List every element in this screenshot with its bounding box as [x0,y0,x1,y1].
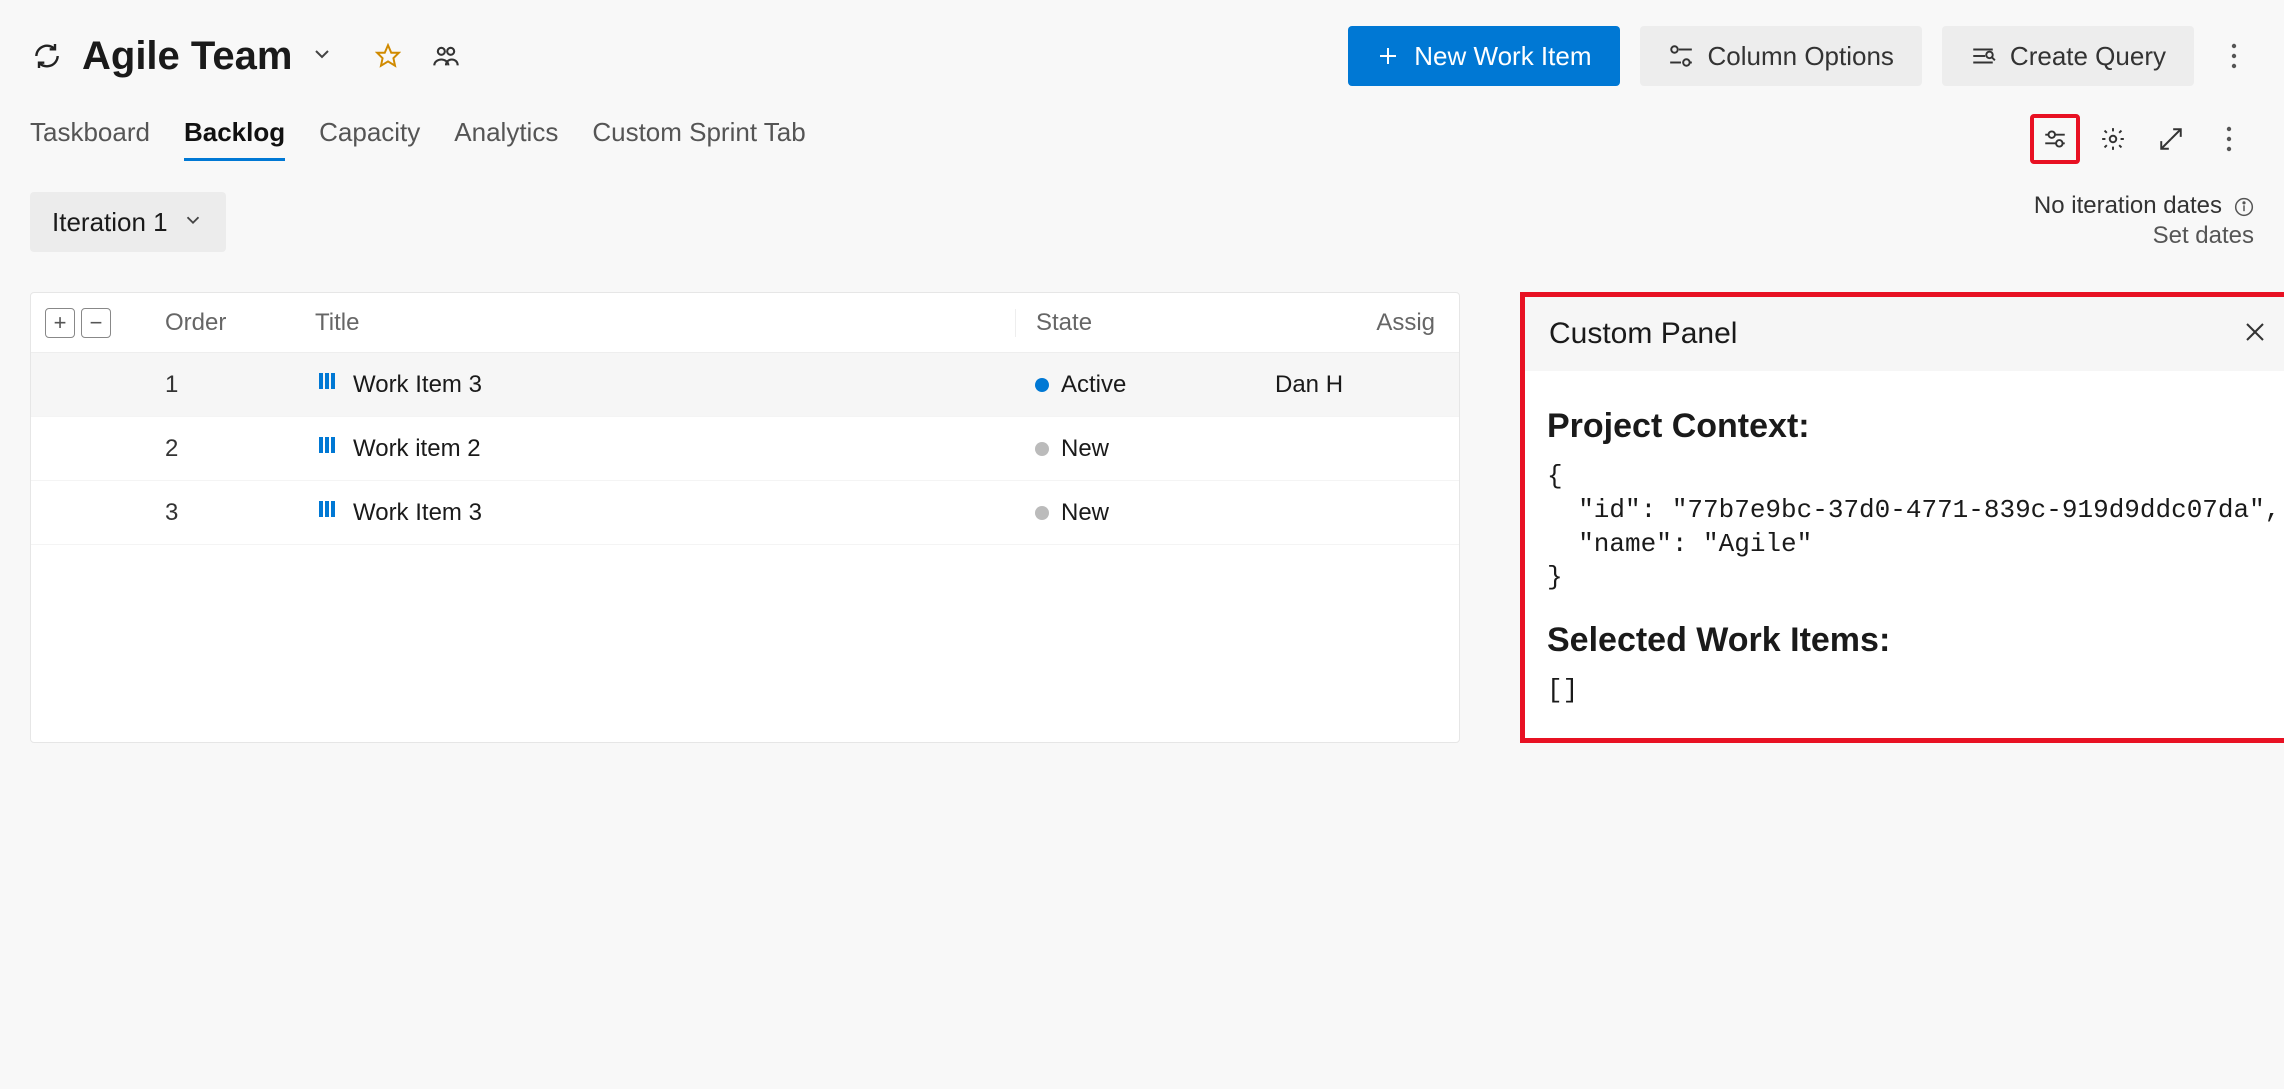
cell-order: 2 [165,435,315,463]
col-header-order[interactable]: Order [165,309,315,337]
iteration-label: Iteration 1 [52,207,168,238]
collapse-all-button[interactable]: − [81,308,111,338]
panel-context-json: { "id": "77b7e9bc-37d0-4771-839c-919d9dd… [1547,460,2273,595]
filter-settings-icon[interactable] [2030,114,2080,164]
work-item-icon [315,497,339,528]
iteration-picker[interactable]: Iteration 1 [30,192,226,252]
cell-state: New [1061,435,1109,463]
state-dot-icon [1035,378,1049,392]
column-options-button[interactable]: Column Options [1640,26,1922,86]
table-row[interactable]: 3 Work Item 3 New [31,481,1459,545]
favorite-star-icon[interactable] [374,42,402,70]
chevron-down-icon [310,42,334,71]
fullscreen-icon[interactable] [2146,114,2196,164]
panel-heading-context: Project Context: [1547,407,2273,446]
cell-title: Work Item 3 [353,371,482,399]
tab-capacity[interactable]: Capacity [319,117,420,161]
tab-backlog[interactable]: Backlog [184,117,285,161]
toolbar-more-button[interactable] [2204,114,2254,164]
team-recycle-icon [30,39,64,73]
set-dates-link[interactable]: Set dates [2153,222,2254,250]
state-dot-icon [1035,506,1049,520]
expand-all-button[interactable]: + [45,308,75,338]
header-more-button[interactable] [2214,26,2254,86]
work-item-icon [315,369,339,400]
panel-title: Custom Panel [1549,317,1737,351]
grid-header: + − Order Title State Assig [31,293,1459,353]
new-work-item-button[interactable]: New Work Item [1348,26,1619,86]
cell-assigned: Dan H [1275,371,1445,399]
cell-state: New [1061,499,1109,527]
panel-selected-json: [] [1547,674,2273,708]
work-item-icon [315,433,339,464]
col-header-title[interactable]: Title [315,309,1015,337]
cell-title: Work Item 3 [353,499,482,527]
team-name: Agile Team [82,36,292,76]
table-row[interactable]: 1 Work Item 3 Active Dan H [31,353,1459,417]
panel-heading-selected: Selected Work Items: [1547,621,2273,660]
create-query-button[interactable]: Create Query [1942,26,2194,86]
new-work-item-label: New Work Item [1414,41,1591,72]
people-icon[interactable] [432,42,460,70]
create-query-label: Create Query [2010,41,2166,72]
col-header-state[interactable]: State [1015,309,1275,337]
cell-order: 3 [165,499,315,527]
tab-analytics[interactable]: Analytics [454,117,558,161]
column-options-label: Column Options [1708,41,1894,72]
backlog-grid: + − Order Title State Assig 1 Work Item … [30,292,1460,743]
cell-title: Work item 2 [353,435,481,463]
info-icon[interactable] [2234,196,2254,216]
close-icon[interactable] [2243,320,2271,348]
table-row[interactable]: 2 Work item 2 New [31,417,1459,481]
gear-icon[interactable] [2088,114,2138,164]
tab-custom-sprint[interactable]: Custom Sprint Tab [592,117,805,161]
custom-panel: Custom Panel Project Context: { "id": "7… [1520,292,2284,743]
col-header-assigned[interactable]: Assig [1275,309,1445,337]
cell-state: Active [1061,371,1126,399]
tab-taskboard[interactable]: Taskboard [30,117,150,161]
no-iteration-dates-text: No iteration dates [2034,192,2222,220]
chevron-down-icon [182,207,204,238]
cell-order: 1 [165,371,315,399]
state-dot-icon [1035,442,1049,456]
team-picker[interactable]: Agile Team [82,36,334,76]
